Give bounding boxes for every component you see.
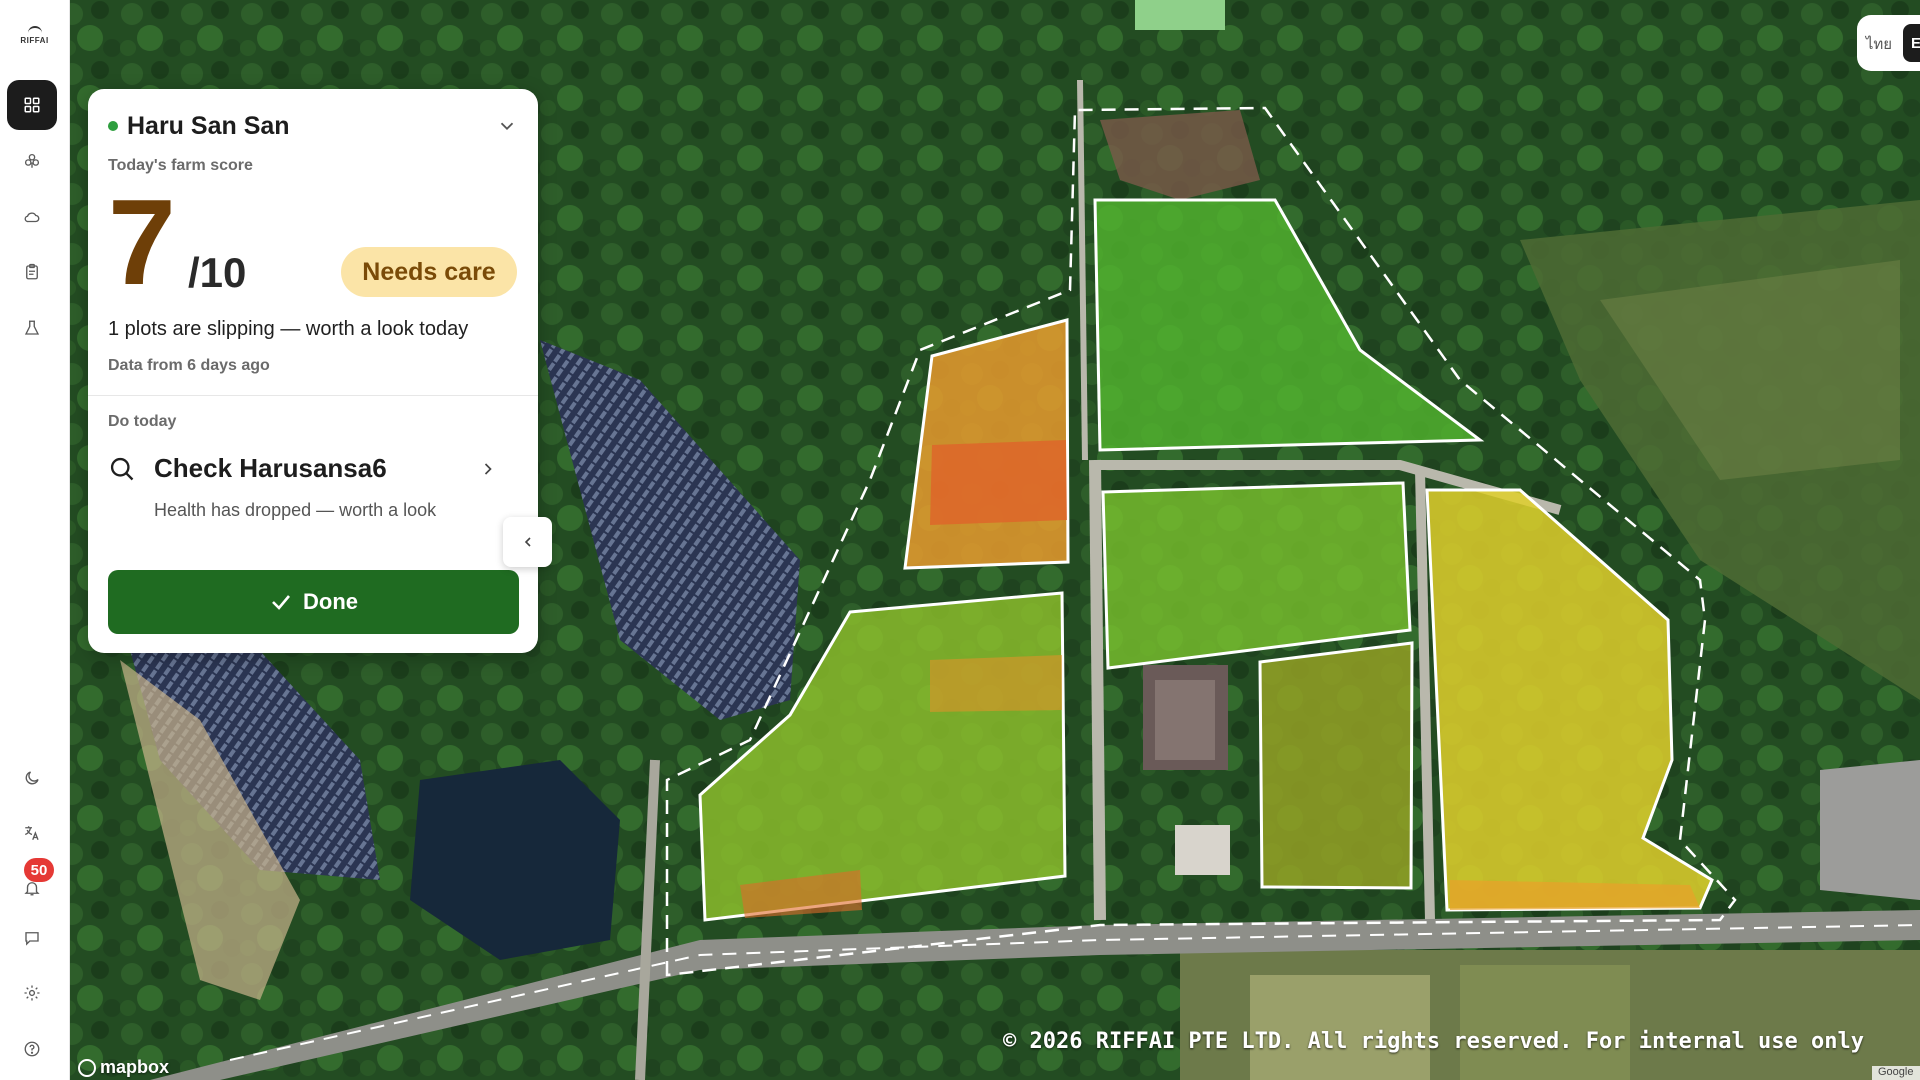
done-button[interactable]: Done bbox=[108, 570, 519, 634]
farm-score-card: Haru San San Today's farm score 7 /10 Ne… bbox=[88, 89, 538, 653]
farm-name: Haru San San bbox=[127, 111, 290, 140]
theme-toggle[interactable] bbox=[7, 753, 57, 803]
do-today-label: Do today bbox=[108, 413, 177, 430]
divider bbox=[88, 395, 538, 396]
collapse-panel-button[interactable] bbox=[503, 517, 552, 567]
riffai-logo[interactable]: RIFFAI bbox=[0, 26, 69, 45]
farm-score-max: /10 bbox=[188, 249, 247, 296]
logo-text: RIFFAI bbox=[20, 36, 49, 45]
score-summary: 1 plots are slipping — worth a look toda… bbox=[108, 318, 469, 340]
search-icon bbox=[110, 457, 134, 481]
grid-icon bbox=[24, 97, 40, 113]
mapbox-label: mapbox bbox=[100, 1057, 170, 1077]
language-option-thai[interactable]: ไทย bbox=[1857, 32, 1901, 56]
help-button[interactable] bbox=[7, 1024, 57, 1074]
mapbox-attribution[interactable]: mapbox bbox=[78, 1057, 169, 1078]
sidebar-item-weather[interactable] bbox=[7, 192, 57, 242]
sidebar-item-harvest[interactable] bbox=[7, 303, 57, 353]
chevron-right-icon[interactable] bbox=[478, 459, 498, 479]
score-label: Today's farm score bbox=[108, 157, 253, 174]
mapbox-logo-icon bbox=[78, 1058, 96, 1077]
language-toggle: ไทย E bbox=[1857, 15, 1920, 71]
flask-icon bbox=[24, 320, 40, 335]
google-attribution: Google bbox=[1872, 1066, 1920, 1080]
sidebar: RIFFAI 50 bbox=[0, 0, 70, 1080]
gear-icon bbox=[24, 985, 40, 1001]
sidebar-item-dashboard[interactable] bbox=[7, 80, 57, 130]
sidebar-item-tasks[interactable] bbox=[7, 247, 57, 297]
settings-button[interactable] bbox=[7, 968, 57, 1018]
clipboard-icon bbox=[26, 263, 38, 280]
task-description: Health has dropped — worth a look bbox=[154, 500, 437, 520]
copyright-notice: © 2026 RIFFAI PTE LTD. All rights reserv… bbox=[1003, 1029, 1864, 1054]
messages-button[interactable] bbox=[7, 913, 57, 963]
done-button-label: Done bbox=[303, 589, 358, 614]
notification-count-badge: 50 bbox=[24, 858, 54, 882]
language-switcher[interactable] bbox=[7, 808, 57, 858]
translate-icon bbox=[24, 826, 39, 840]
task-item[interactable]: Check Harusansa6 Health has dropped — wo… bbox=[108, 449, 508, 559]
farm-score-value: 7 bbox=[108, 174, 176, 310]
moon-icon bbox=[25, 771, 39, 785]
status-dot bbox=[108, 121, 118, 131]
farm-selector[interactable]: Haru San San bbox=[108, 111, 518, 141]
chevron-left-icon bbox=[524, 537, 531, 547]
sidebar-item-plots[interactable] bbox=[7, 136, 57, 186]
language-option-english[interactable]: E bbox=[1903, 24, 1920, 62]
cloud-icon bbox=[24, 212, 40, 223]
data-age: Data from 6 days ago bbox=[108, 357, 270, 374]
clover-icon bbox=[24, 153, 40, 168]
status-badge: Needs care bbox=[341, 247, 517, 297]
chat-icon bbox=[25, 932, 39, 946]
help-icon bbox=[24, 1041, 40, 1057]
chevron-down-icon[interactable] bbox=[496, 115, 518, 137]
task-title: Check Harusansa6 bbox=[154, 453, 387, 483]
check-icon bbox=[272, 595, 290, 610]
